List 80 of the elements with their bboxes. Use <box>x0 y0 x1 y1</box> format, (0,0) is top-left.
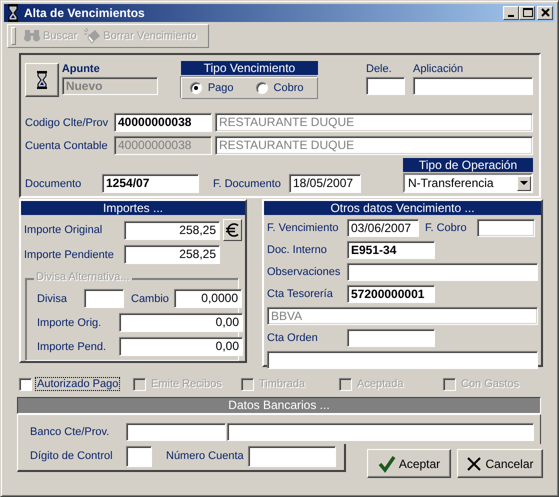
input-field[interactable]: 18/05/2007 <box>289 174 361 193</box>
checkmark-icon <box>378 454 396 472</box>
radio-label: Pago <box>208 82 234 94</box>
maximize-button[interactable] <box>519 6 535 20</box>
input-field[interactable]: 0,0000 <box>174 289 242 308</box>
input-field[interactable]: E951-34 <box>347 241 435 259</box>
field-label: Importe Pend. <box>37 340 108 352</box>
input-field[interactable]: 40000000038 <box>114 113 212 132</box>
input-field[interactable]: 0,00 <box>119 337 243 356</box>
input-field[interactable] <box>126 423 226 441</box>
input-field[interactable]: 258,25 <box>124 245 220 264</box>
close-icon <box>539 7 551 19</box>
hourglass-icon <box>6 3 20 23</box>
input-field[interactable]: 57200000001 <box>347 285 435 303</box>
panel-header: Otros datos Vencimiento ... <box>264 201 541 215</box>
input-field[interactable]: BBVA <box>267 307 538 325</box>
input-field[interactable] <box>248 446 336 466</box>
field-label: Doc. Interno <box>267 244 328 256</box>
field-label: Banco Cte/Prov. <box>30 426 110 438</box>
field-label: Cuenta Contable <box>25 140 109 152</box>
group-header: Tipo Vencimiento <box>180 61 318 75</box>
field-label: F. Documento <box>213 178 282 190</box>
dialog-button[interactable]: Aceptar <box>367 449 451 478</box>
input-field[interactable] <box>84 289 124 308</box>
maximize-icon <box>521 7 533 19</box>
field-label: F. Cobro <box>425 222 468 234</box>
panel-header: Datos Bancarios ... <box>17 397 541 414</box>
input-field[interactable] <box>413 77 533 95</box>
hourglass-icon <box>34 70 49 90</box>
eraser-icon <box>83 28 102 44</box>
input-field[interactable]: 03/06/2007 <box>347 219 419 237</box>
input-field[interactable] <box>126 446 152 466</box>
field-label: Aplicación <box>413 63 464 75</box>
field-label: Divisa <box>37 292 68 304</box>
radio-button[interactable] <box>256 82 268 94</box>
field-label: Cta Orden <box>267 332 319 344</box>
minimize-button[interactable] <box>503 6 519 20</box>
field-label: Importe Pendiente <box>24 248 115 260</box>
field-label: Dígito de Control <box>30 450 114 462</box>
field-label: Codigo Clte/Prov <box>25 116 110 128</box>
hourglass-button[interactable] <box>25 63 59 97</box>
input-field[interactable] <box>347 329 435 347</box>
input-field[interactable] <box>366 77 405 95</box>
selected-value: N-Transferencia <box>408 176 495 190</box>
radio-button[interactable] <box>190 82 202 94</box>
input-field[interactable]: 1254/07 <box>102 174 199 193</box>
field-label: Observaciones <box>267 266 342 278</box>
field-label: Importe Original <box>24 224 104 236</box>
input-field[interactable] <box>347 263 538 281</box>
dropdown-button[interactable] <box>517 176 531 190</box>
close-button[interactable] <box>537 6 553 20</box>
close-icon <box>466 456 482 472</box>
binoculars-icon <box>23 28 41 44</box>
toolbar-grip[interactable] <box>11 27 16 45</box>
panel-header: Importes ... <box>21 201 245 215</box>
euro-button[interactable] <box>223 219 242 241</box>
checkbox-label: Autorizado Pago <box>35 377 120 391</box>
dialog-button[interactable]: Cancelar <box>457 449 543 478</box>
field-label: Documento <box>25 178 82 190</box>
input-field[interactable]: 0,00 <box>119 313 243 332</box>
group-header: Tipo de Operación <box>403 158 533 172</box>
input-field[interactable]: RESTAURANTE DUQUE <box>215 136 533 155</box>
field-label: Cta Tesorería <box>267 288 334 300</box>
input-field[interactable]: 258,25 <box>124 220 220 240</box>
input-field[interactable] <box>227 423 534 441</box>
field-label: Dele. <box>366 63 393 75</box>
field-label: Apunte <box>62 63 101 75</box>
caret-icon <box>520 181 528 185</box>
euro-icon <box>224 222 240 238</box>
field-label: Cambio <box>131 292 170 304</box>
field-label: Número Cuenta <box>166 450 245 462</box>
input-field[interactable]: RESTAURANTE DUQUE <box>215 113 533 132</box>
operation-dropdown[interactable]: N-Transferencia <box>403 173 533 193</box>
minimize-icon <box>508 15 514 17</box>
radio-label: Cobro <box>274 82 304 94</box>
window-title: Alta de Vencimientos <box>24 6 146 20</box>
field-label: Importe Orig. <box>37 316 102 328</box>
checkbox[interactable] <box>19 378 32 390</box>
input-field[interactable] <box>267 351 538 369</box>
field-label: F. Vencimiento <box>267 222 340 234</box>
